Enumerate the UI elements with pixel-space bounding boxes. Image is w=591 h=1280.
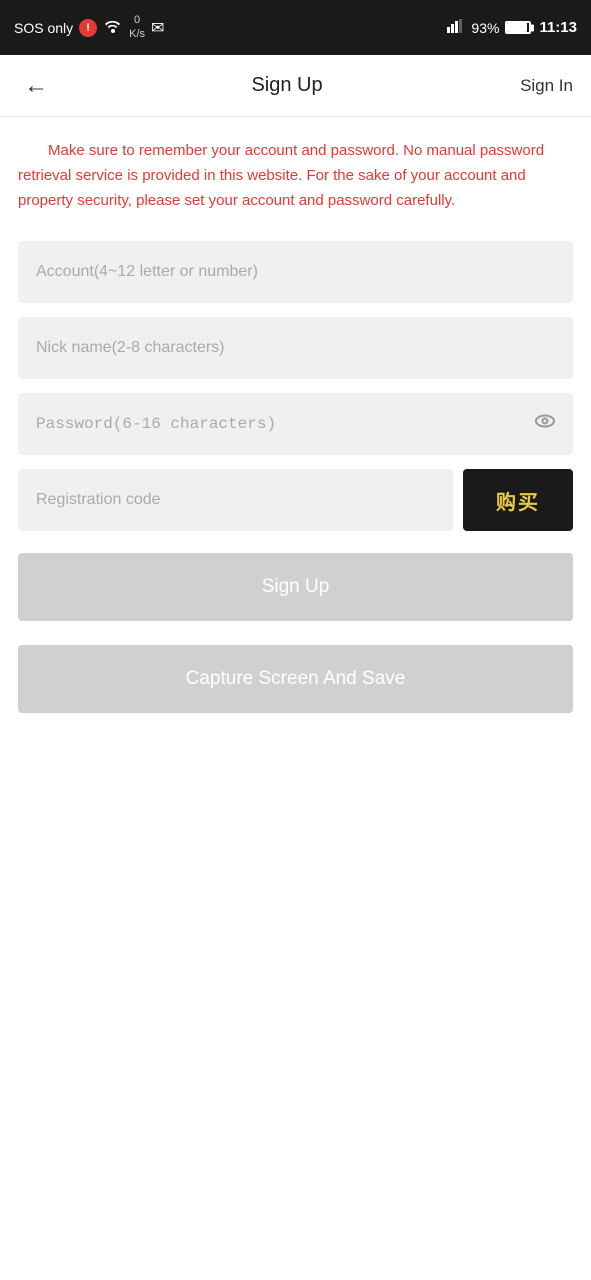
status-right: 93% 11:13 [447, 19, 577, 36]
status-left: SOS only ! 0K/s ✉ [14, 14, 164, 40]
wifi-icon [103, 17, 123, 38]
buy-button[interactable]: 购买 [463, 469, 573, 531]
account-input-group [18, 241, 573, 303]
warning-text: Make sure to remember your account and p… [18, 139, 573, 213]
signal-icon [447, 19, 465, 36]
nickname-input-group [18, 317, 573, 379]
nickname-input[interactable] [18, 317, 573, 379]
battery-icon [505, 21, 531, 34]
battery-percent: 93% [471, 20, 499, 36]
password-input[interactable] [18, 393, 573, 455]
speed-label: 0K/s [129, 14, 145, 40]
message-icon: ✉ [151, 18, 164, 38]
regcode-row: 购买 [18, 469, 573, 531]
alert-icon: ! [79, 19, 97, 37]
navbar: ← Sign Up Sign In [0, 55, 591, 117]
password-input-group [18, 393, 573, 455]
capture-button[interactable]: Capture Screen And Save [18, 645, 573, 713]
status-time: 11:13 [539, 19, 577, 36]
main-content: Make sure to remember your account and p… [0, 117, 591, 743]
account-input[interactable] [18, 241, 573, 303]
regcode-input[interactable] [18, 469, 453, 531]
page-title: Sign Up [251, 74, 322, 97]
password-wrapper [18, 393, 573, 455]
sos-label: SOS only [14, 20, 73, 36]
status-bar: SOS only ! 0K/s ✉ 93% 11:13 [0, 0, 591, 55]
signin-link[interactable]: Sign In [520, 76, 573, 96]
toggle-password-icon[interactable] [533, 409, 557, 439]
signup-button[interactable]: Sign Up [18, 553, 573, 621]
back-button[interactable]: ← [18, 66, 54, 106]
